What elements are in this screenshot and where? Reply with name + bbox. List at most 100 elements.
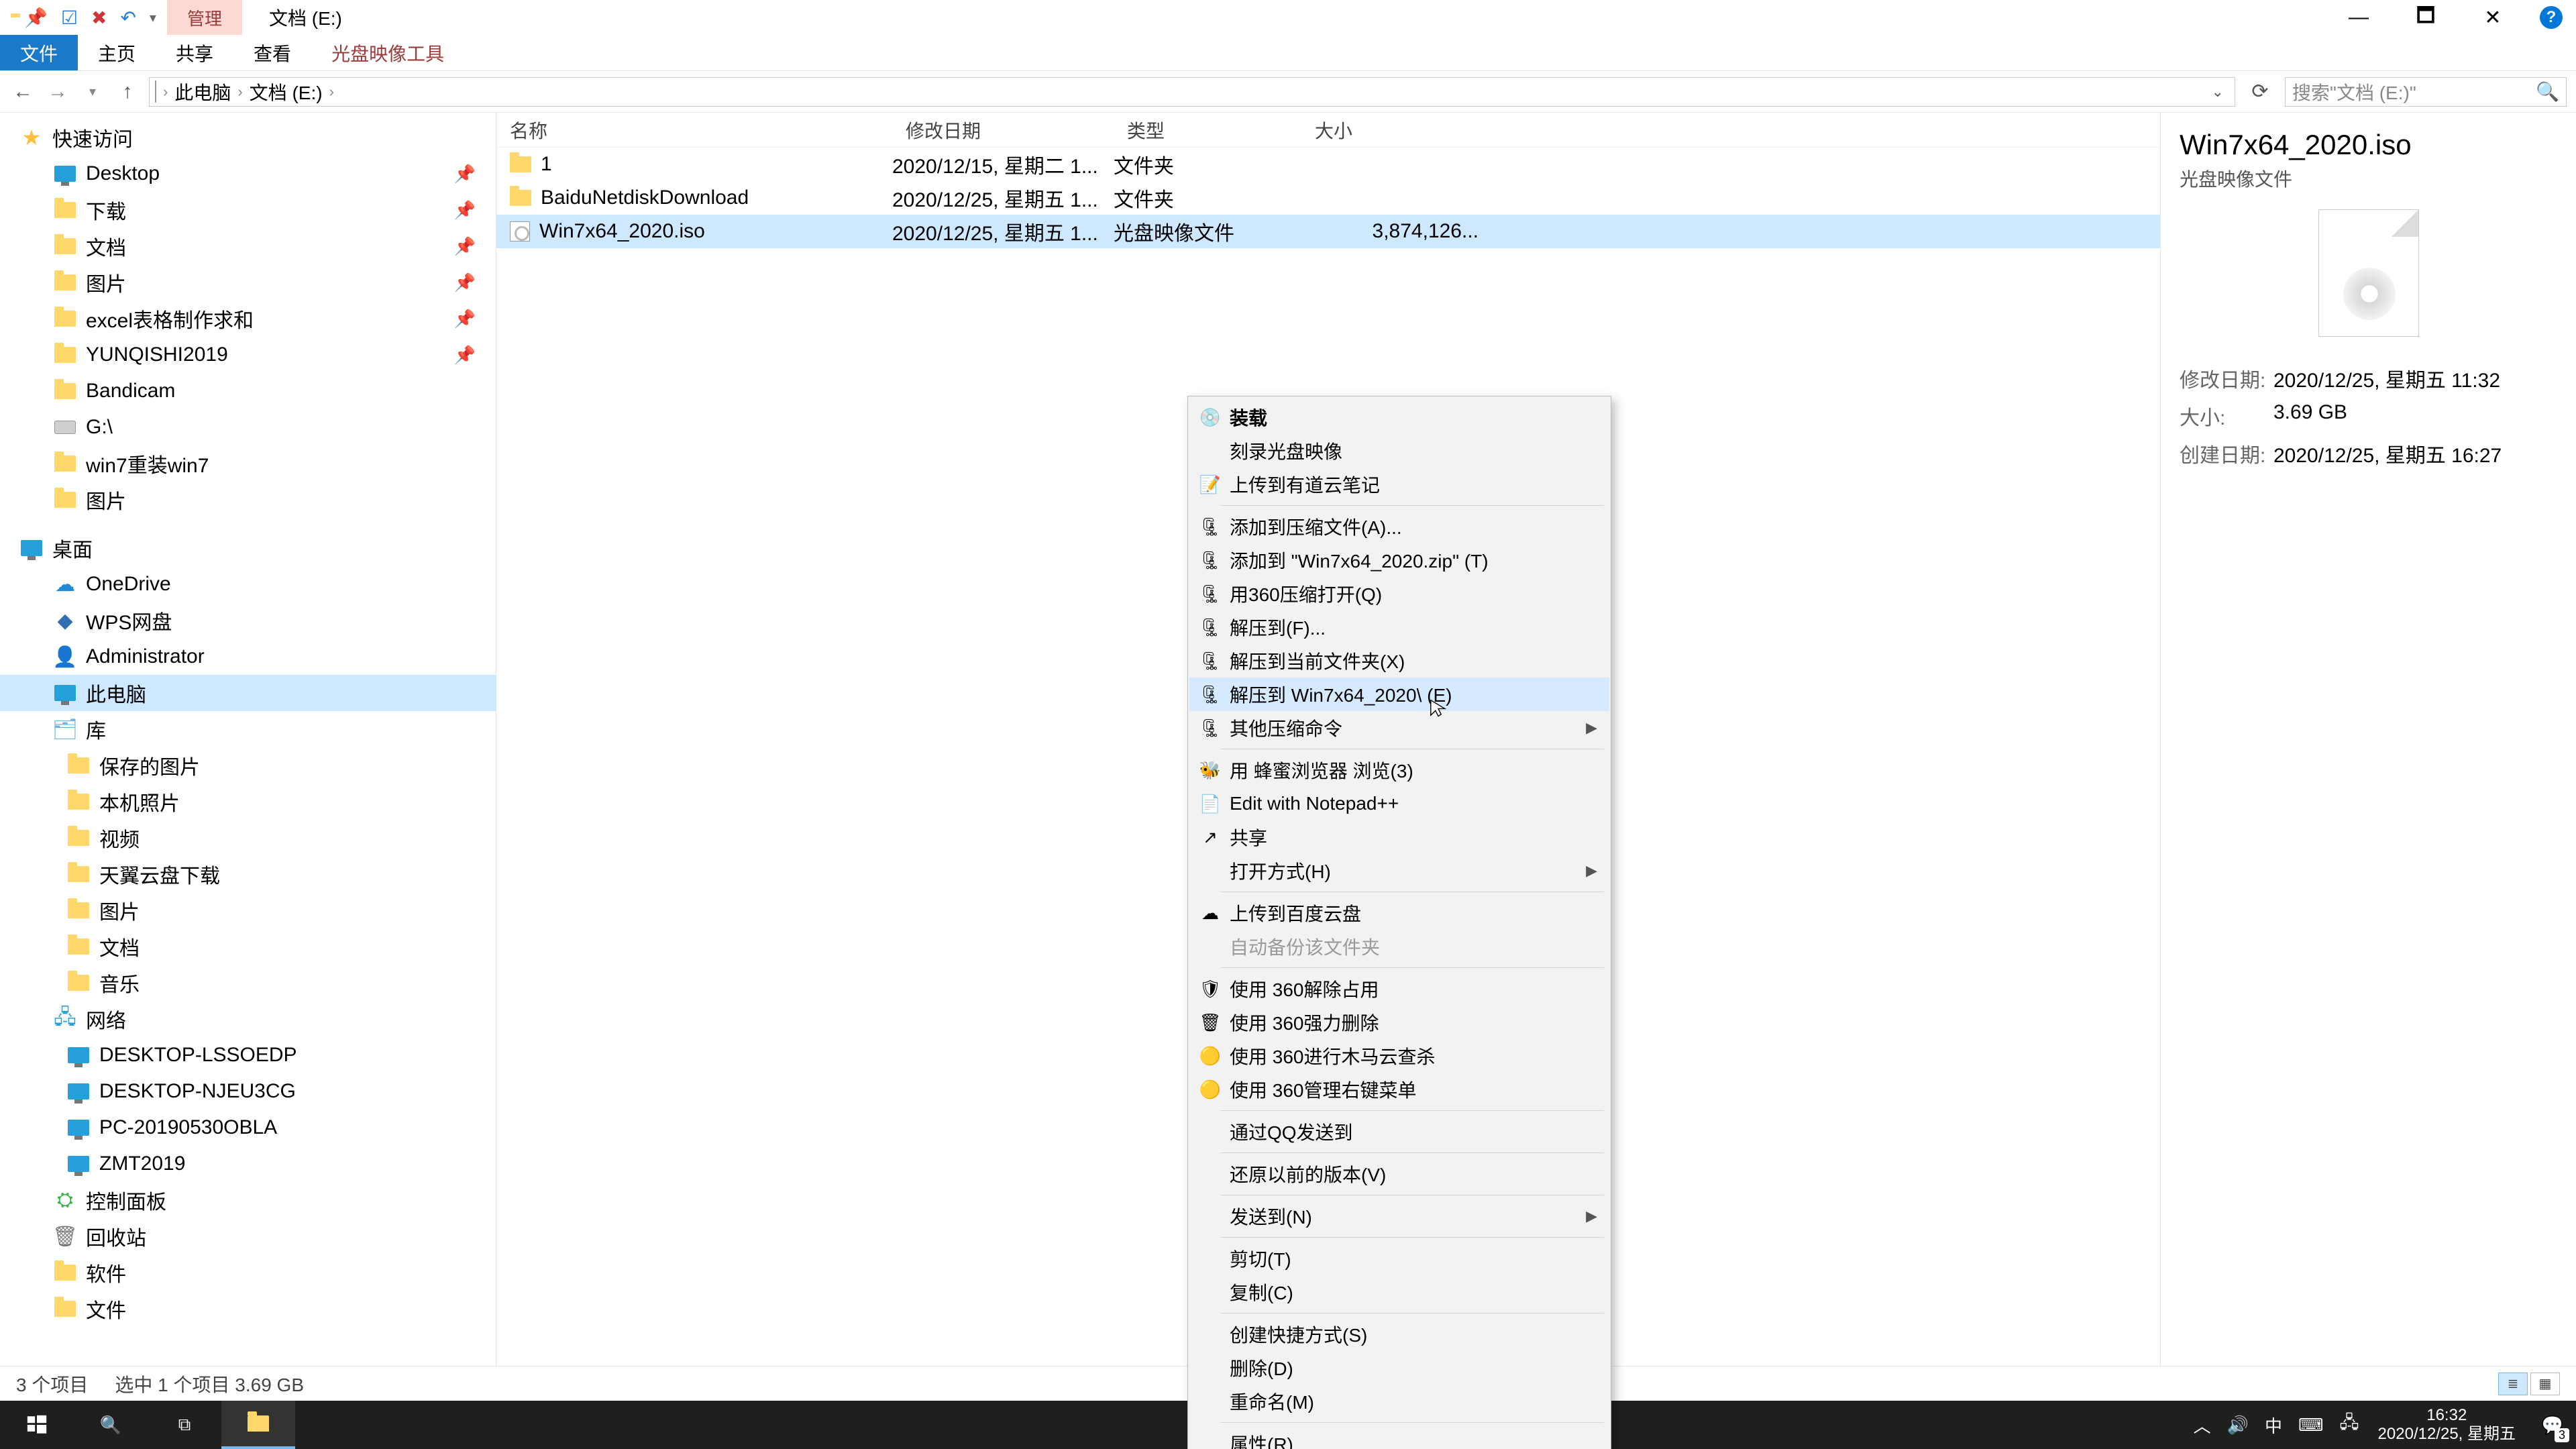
taskbar-taskview[interactable]: ⧉ xyxy=(148,1401,221,1449)
chevron-right-icon[interactable]: › xyxy=(237,83,242,101)
menu-item[interactable]: 🗜解压到 Win7x64_2020\ (E) xyxy=(1189,678,1609,711)
tree-item[interactable]: ◆WPS网盘 xyxy=(0,602,496,639)
tree-item[interactable]: 图片 xyxy=(0,482,496,518)
breadcrumb-dropdown[interactable]: ⌄ xyxy=(2206,83,2229,101)
menu-item[interactable]: 重命名(M) xyxy=(1189,1385,1609,1418)
menu-item[interactable]: 🗜解压到(F)... xyxy=(1189,610,1609,644)
ribbon-tab-share[interactable]: 共享 xyxy=(156,35,233,70)
qat-properties-icon[interactable]: ☑ xyxy=(61,7,78,29)
start-button[interactable] xyxy=(0,1401,74,1449)
refresh-button[interactable]: ⟳ xyxy=(2243,80,2277,103)
chevron-right-icon[interactable]: › xyxy=(163,83,168,101)
search-box[interactable]: 搜索"文档 (E:)" 🔍 xyxy=(2285,77,2567,107)
file-row[interactable]: 1 2020/12/15, 星期二 1... 文件夹 xyxy=(496,148,2160,181)
minimize-button[interactable]: — xyxy=(2325,0,2392,35)
menu-item[interactable]: 创建快捷方式(S) xyxy=(1189,1318,1609,1351)
menu-item[interactable]: 📝上传到有道云笔记 xyxy=(1189,468,1609,501)
tree-item[interactable]: Desktop📌 xyxy=(0,156,496,192)
col-date[interactable]: 修改日期 xyxy=(892,117,1114,144)
menu-item[interactable]: 剪切(T) xyxy=(1189,1242,1609,1275)
tree-item[interactable]: 🖧网络 xyxy=(0,1001,496,1037)
tree-quick-access[interactable]: ★快速访问 xyxy=(0,119,496,156)
tree-item[interactable]: 天翼云盘下载 xyxy=(0,856,496,892)
tray-ime-icon[interactable]: 中 xyxy=(2265,1413,2282,1438)
menu-item[interactable]: 通过QQ发送到 xyxy=(1189,1115,1609,1148)
tree-item[interactable]: Bandicam xyxy=(0,373,496,409)
view-details-button[interactable]: ≣ xyxy=(2498,1373,2528,1395)
col-name[interactable]: 名称 xyxy=(496,117,892,144)
maximize-button[interactable]: 🗖 xyxy=(2392,0,2459,35)
nav-back-button[interactable]: ← xyxy=(9,80,36,103)
menu-item[interactable]: 🐝用 蜂蜜浏览器 浏览(3) xyxy=(1189,753,1609,787)
qat-pin-icon[interactable]: 📌 xyxy=(24,7,48,29)
tree-item[interactable]: ☁OneDrive xyxy=(0,566,496,602)
navigation-tree[interactable]: ★快速访问Desktop📌下载📌文档📌图片📌excel表格制作求和📌YUNQIS… xyxy=(0,113,496,1366)
menu-item[interactable]: ↗共享 xyxy=(1189,820,1609,854)
close-button[interactable]: ✕ xyxy=(2459,0,2526,35)
tray-keyboard-icon[interactable]: ⌨ xyxy=(2298,1415,2324,1436)
tree-item[interactable]: excel表格制作求和📌 xyxy=(0,301,496,337)
tree-item[interactable]: YUNQISHI2019📌 xyxy=(0,337,496,373)
file-row[interactable]: BaiduNetdiskDownload 2020/12/25, 星期五 1..… xyxy=(496,181,2160,215)
taskbar-search[interactable]: 🔍 xyxy=(74,1401,148,1449)
tree-item[interactable]: win7重装win7 xyxy=(0,445,496,482)
tree-item[interactable]: 此电脑 xyxy=(0,675,496,711)
qat-delete-icon[interactable]: ✖ xyxy=(91,7,107,29)
search-icon[interactable]: 🔍 xyxy=(2536,80,2559,103)
ribbon-file[interactable]: 文件 xyxy=(0,35,78,70)
tree-item[interactable]: DESKTOP-LSSOEDP xyxy=(0,1037,496,1073)
menu-item[interactable]: 🗜用360压缩打开(Q) xyxy=(1189,577,1609,610)
qat-dropdown-icon[interactable]: ▾ xyxy=(150,9,156,26)
menu-item[interactable]: 属性(R) xyxy=(1189,1427,1609,1449)
col-size[interactable]: 大小 xyxy=(1301,117,1503,144)
breadcrumb-this-pc[interactable]: 此电脑 xyxy=(174,78,231,105)
tree-item[interactable]: 图片 xyxy=(0,892,496,928)
tree-item[interactable]: ⛭控制面板 xyxy=(0,1182,496,1218)
notification-center[interactable]: 💬3 xyxy=(2529,1401,2576,1449)
menu-item[interactable]: 删除(D) xyxy=(1189,1351,1609,1385)
tree-item[interactable]: 文档 xyxy=(0,928,496,965)
view-icons-button[interactable]: ▦ xyxy=(2530,1373,2560,1395)
tree-item[interactable]: 本机照片 xyxy=(0,784,496,820)
tray-overflow-icon[interactable]: ︿ xyxy=(2194,1413,2211,1438)
menu-item[interactable]: 打开方式(H)▶ xyxy=(1189,854,1609,888)
menu-item[interactable]: 🗜添加到 "Win7x64_2020.zip" (T) xyxy=(1189,543,1609,577)
menu-item[interactable]: 🗜添加到压缩文件(A)... xyxy=(1189,510,1609,543)
menu-item[interactable]: 🟡使用 360进行木马云查杀 xyxy=(1189,1039,1609,1073)
tray-network-icon[interactable]: 🖧 xyxy=(2340,1410,2359,1440)
ribbon-tab-view[interactable]: 查看 xyxy=(233,35,311,70)
tree-desktop[interactable]: 桌面 xyxy=(0,530,496,566)
tree-item[interactable]: ZMT2019 xyxy=(0,1146,496,1182)
menu-item[interactable]: ☁上传到百度云盘 xyxy=(1189,896,1609,930)
tree-item[interactable]: 🗑回收站 xyxy=(0,1218,496,1254)
menu-item[interactable]: 复制(C) xyxy=(1189,1275,1609,1309)
tree-item[interactable]: 音乐 xyxy=(0,965,496,1001)
file-row[interactable]: Win7x64_2020.iso 2020/12/25, 星期五 1... 光盘… xyxy=(496,215,2160,248)
menu-item[interactable]: 刻录光盘映像 xyxy=(1189,434,1609,468)
tree-item[interactable]: 视频 xyxy=(0,820,496,856)
tree-item[interactable]: 👤Administrator xyxy=(0,639,496,675)
ribbon-tab-disctool[interactable]: 光盘映像工具 xyxy=(311,35,464,70)
menu-item[interactable]: 🛡使用 360解除占用 xyxy=(1189,972,1609,1006)
nav-recent-dropdown[interactable]: ▾ xyxy=(79,83,106,100)
chevron-right-icon[interactable]: › xyxy=(329,83,334,101)
nav-forward-button[interactable]: → xyxy=(44,80,71,103)
menu-item[interactable]: 📄Edit with Notepad++ xyxy=(1189,787,1609,820)
tree-item[interactable]: 下载📌 xyxy=(0,192,496,228)
tree-item[interactable]: DESKTOP-NJEU3CG xyxy=(0,1073,496,1110)
tree-item[interactable]: 文档📌 xyxy=(0,228,496,264)
breadcrumb-current[interactable]: 文档 (E:) xyxy=(250,78,323,105)
taskbar-clock[interactable]: 16:32 2020/12/25, 星期五 xyxy=(2365,1406,2529,1443)
tree-item[interactable]: 文件 xyxy=(0,1291,496,1327)
menu-item[interactable]: 🗜解压到当前文件夹(X) xyxy=(1189,644,1609,678)
menu-item[interactable]: 还原以前的版本(V) xyxy=(1189,1157,1609,1191)
tree-item[interactable]: 软件 xyxy=(0,1254,496,1291)
tree-item[interactable]: G:\ xyxy=(0,409,496,445)
tray-volume-icon[interactable]: 🔊 xyxy=(2227,1415,2249,1436)
tree-item[interactable]: 图片📌 xyxy=(0,264,496,301)
ribbon-tab-home[interactable]: 主页 xyxy=(78,35,156,70)
qat-undo-icon[interactable]: ↶ xyxy=(120,7,136,29)
menu-item[interactable]: 发送到(N)▶ xyxy=(1189,1199,1609,1233)
tree-item[interactable]: 🗂库 xyxy=(0,711,496,747)
tree-item[interactable]: PC-20190530OBLA xyxy=(0,1110,496,1146)
